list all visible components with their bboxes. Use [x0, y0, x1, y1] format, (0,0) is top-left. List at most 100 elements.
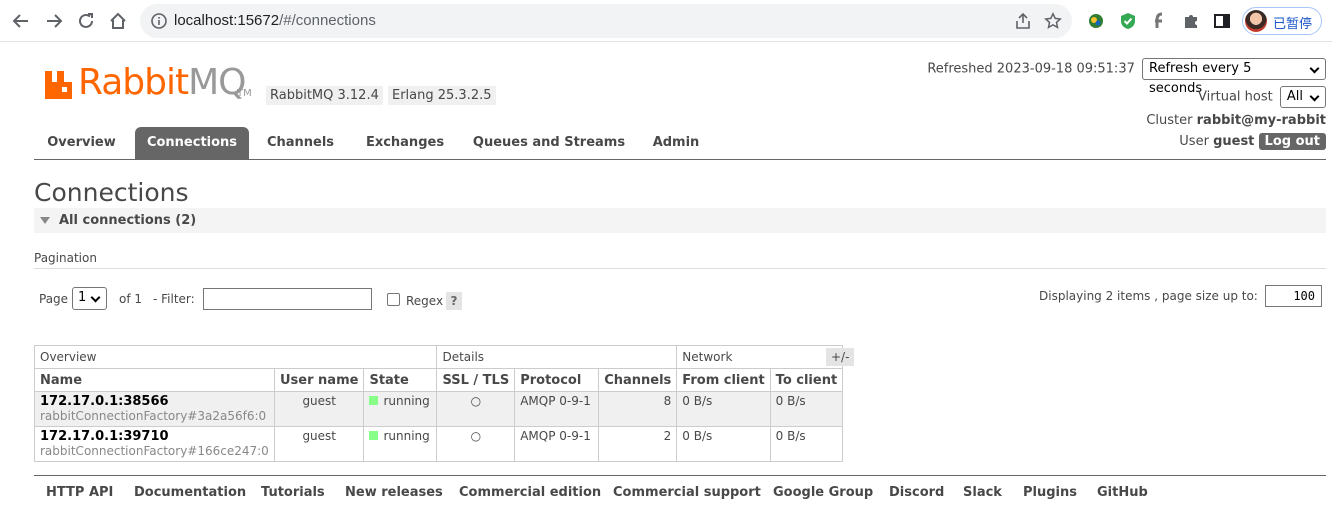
state-cell: running — [363, 426, 438, 462]
column-header-ssl-tls[interactable]: SSL / TLS — [436, 368, 516, 392]
tab-connections[interactable]: Connections — [135, 127, 249, 159]
connection-client-name: rabbitConnectionFactory#3a2a56f6:0 — [40, 409, 267, 423]
refresh-row: Refreshed 2023-09-18 09:51:37 Refresh ev… — [927, 58, 1326, 96]
display-count-text: Displaying 2 items , page size up to: — [1039, 289, 1258, 303]
tab-channels[interactable]: Channels — [255, 127, 346, 159]
reload-icon — [79, 13, 93, 28]
column-header-from-client[interactable]: From client — [676, 368, 771, 392]
ssl-cell: ○ — [436, 391, 516, 427]
footer-link-documentation[interactable]: Documentation — [134, 485, 246, 500]
footer-link-commercial-support[interactable]: Commercial support — [613, 485, 761, 500]
regex-help-button[interactable]: ? — [446, 292, 462, 310]
extensions-puzzle-icon[interactable] — [1181, 11, 1201, 31]
pagination-title: Pagination — [34, 251, 97, 265]
home-button[interactable] — [106, 9, 130, 33]
tab-overview[interactable]: Overview — [34, 127, 129, 159]
footer-link-google-group[interactable]: Google Group — [773, 485, 873, 500]
back-arrow-icon — [12, 14, 28, 28]
footer-link-slack[interactable]: Slack — [963, 485, 1002, 500]
filter-label: - Filter: — [153, 292, 195, 306]
tab-admin[interactable]: Admin — [640, 127, 712, 159]
profile-button[interactable]: 已暂停 — [1242, 7, 1322, 35]
address-bar[interactable]: localhost:15672/#/connections — [140, 4, 1072, 38]
vhost-row: Virtual host All — [1198, 86, 1326, 108]
protocol-cell: AMQP 0-9-1 — [514, 391, 600, 427]
connection-client-name: rabbitConnectionFactory#166ce247:0 — [40, 444, 269, 458]
group-header-network: Network — [676, 345, 844, 369]
logo-wordmark: RabbitMQ — [78, 62, 247, 103]
column-header-channels[interactable]: Channels — [598, 368, 678, 392]
profile-status-label: 已暂停 — [1273, 17, 1313, 32]
side-panel-icon[interactable] — [1212, 11, 1232, 31]
regex-label: Regex — [406, 294, 444, 308]
tab-queues-and-streams[interactable]: Queues and Streams — [464, 127, 634, 159]
footer-links: HTTP API Documentation Tutorials New rel… — [34, 475, 1326, 510]
vhost-select[interactable]: All — [1279, 86, 1326, 108]
home-icon — [110, 12, 126, 29]
rabbitmq-logo-icon — [45, 71, 72, 99]
erlang-version-badge: Erlang 25.3.2.5 — [388, 86, 496, 105]
footer-link-plugins[interactable]: Plugins — [1023, 485, 1077, 500]
extension-globe-icon[interactable] — [1086, 11, 1106, 31]
avatar — [1245, 10, 1267, 32]
browser-toolbar: localhost:15672/#/connections 已暂停 — [0, 0, 1332, 42]
forward-button[interactable] — [42, 9, 66, 33]
group-header-overview: Overview — [33, 345, 438, 369]
page-size-input[interactable]: 100 — [1265, 285, 1322, 307]
connection-name-cell[interactable]: 172.17.0.1:38566 rabbitConnectionFactory… — [34, 391, 275, 427]
back-button[interactable] — [9, 9, 33, 33]
footer-link-tutorials[interactable]: Tutorials — [261, 485, 325, 500]
tab-exchanges[interactable]: Exchanges — [352, 127, 458, 159]
rabbitmq-version-badge: RabbitMQ 3.12.4 — [266, 86, 383, 105]
extension-shield-icon[interactable] — [1118, 11, 1138, 31]
url-text: localhost:15672/#/connections — [174, 12, 376, 29]
extension-f-icon[interactable] — [1150, 11, 1170, 31]
table-row[interactable]: 172.17.0.1:39710 rabbitConnectionFactory… — [34, 426, 844, 462]
column-toggle-button[interactable]: +/- — [826, 348, 855, 366]
page-count-label: of 1 — [119, 292, 143, 306]
refreshed-timestamp: Refreshed 2023-09-18 09:51:37 — [927, 61, 1135, 77]
bookmark-star-icon[interactable] — [1044, 12, 1062, 34]
filter-input[interactable] — [203, 288, 372, 310]
share-icon[interactable] — [1014, 12, 1032, 34]
user-name-cell: guest — [273, 391, 365, 427]
cluster-row: Cluster rabbit@my-rabbit — [1146, 113, 1326, 128]
all-connections-section-toggle[interactable]: All connections (2) — [34, 208, 1326, 233]
footer-link-new-releases[interactable]: New releases — [345, 485, 443, 500]
to-client-cell: 0 B/s — [769, 426, 844, 462]
user-name-cell: guest — [273, 426, 365, 462]
cluster-name: rabbit@my-rabbit — [1196, 113, 1326, 128]
footer-link-discord[interactable]: Discord — [889, 485, 944, 500]
reload-button[interactable] — [74, 9, 98, 33]
running-status-icon — [369, 431, 379, 440]
table-row[interactable]: 172.17.0.1:38566 rabbitConnectionFactory… — [34, 391, 844, 427]
connection-link[interactable]: 172.17.0.1:38566 — [40, 394, 269, 409]
state-cell: running — [363, 391, 438, 427]
refresh-interval-select[interactable]: Refresh every 5 seconds — [1142, 58, 1326, 96]
collapse-triangle-icon — [40, 217, 50, 224]
forward-arrow-icon — [47, 14, 63, 28]
site-info-icon[interactable] — [150, 12, 168, 34]
column-header-protocol[interactable]: Protocol — [514, 368, 600, 392]
ssl-cell: ○ — [436, 426, 516, 462]
footer-link-http-api[interactable]: HTTP API — [46, 485, 113, 500]
footer-link-commercial-edition[interactable]: Commercial edition — [459, 485, 601, 500]
running-status-icon — [369, 396, 379, 405]
column-header-to-client[interactable]: To client — [769, 368, 844, 392]
pagination-divider — [34, 268, 1326, 269]
connections-table: Overview Details Network Name User name … — [33, 345, 844, 462]
channels-cell: 2 — [598, 426, 678, 462]
from-client-cell: 0 B/s — [676, 426, 771, 462]
footer-link-github[interactable]: GitHub — [1097, 485, 1148, 500]
connection-link[interactable]: 172.17.0.1:39710 — [40, 429, 269, 444]
main-tabs: Overview Connections Channels Exchanges … — [34, 127, 1326, 160]
page-title: Connections — [34, 178, 189, 207]
column-header-name[interactable]: Name — [34, 368, 275, 392]
group-header-details: Details — [436, 345, 678, 369]
regex-checkbox[interactable] — [387, 293, 400, 306]
connection-name-cell[interactable]: 172.17.0.1:39710 rabbitConnectionFactory… — [34, 426, 275, 462]
column-header-state[interactable]: State — [363, 368, 438, 392]
from-client-cell: 0 B/s — [676, 391, 771, 427]
column-header-user-name[interactable]: User name — [273, 368, 365, 392]
page-select[interactable]: 1 — [72, 287, 108, 310]
